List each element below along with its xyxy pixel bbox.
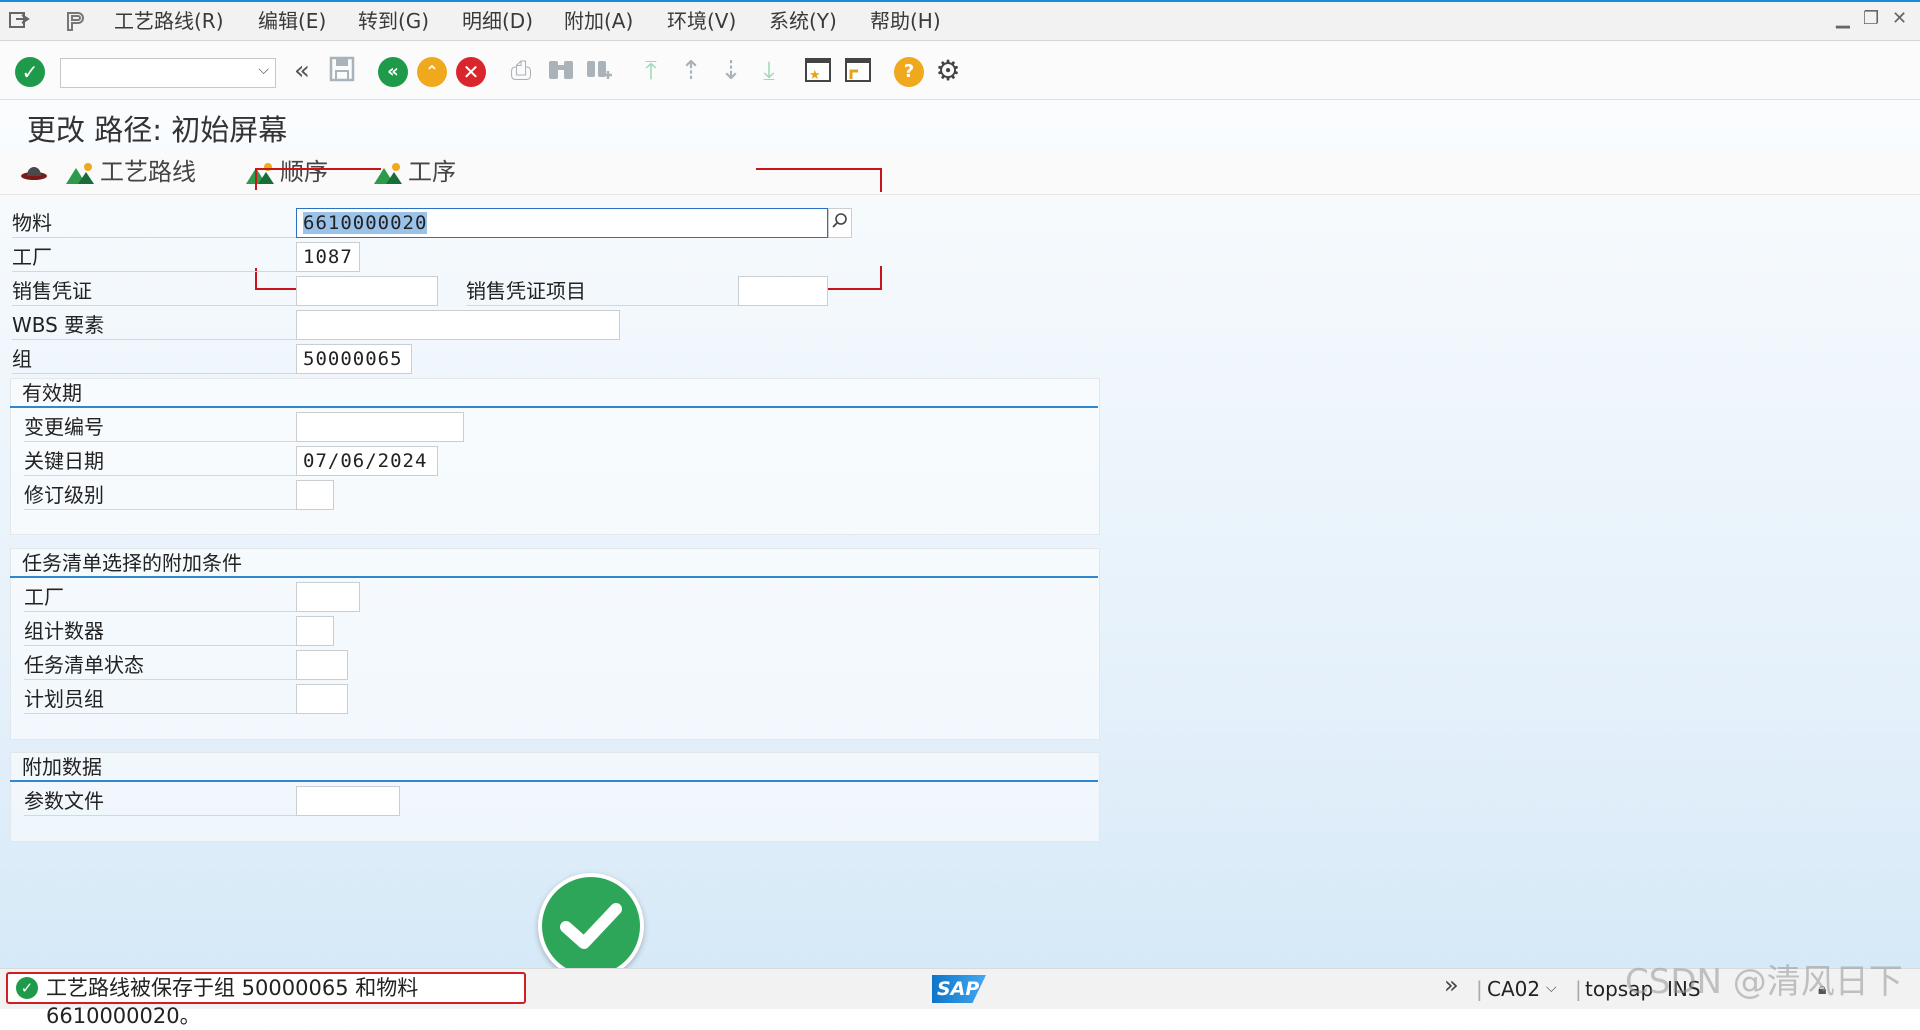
key-date-label: 关键日期 <box>24 446 298 476</box>
create-shortcut-icon[interactable] <box>842 55 874 87</box>
task-list-status-label: 任务清单状态 <box>24 650 298 680</box>
change-number-input[interactable] <box>296 412 464 442</box>
next-page-icon[interactable]: ⇣ <box>715 55 747 87</box>
revision-level-label: 修订级别 <box>24 480 298 510</box>
gear-icon[interactable]: ⚙ <box>932 55 964 87</box>
menu-bar: 工艺路线(R) 编辑(E) 转到(G) 明细(D) 附加(A) 环境(V) 系统… <box>0 2 1920 41</box>
mountain-icon <box>66 162 94 184</box>
validity-group-title: 有效期 <box>10 378 1098 408</box>
menu-edit[interactable]: 编辑(E) <box>258 10 326 32</box>
application-toolbar: 工艺路线 顺序 工序 <box>0 150 1920 195</box>
sales-document-item-input[interactable] <box>738 276 828 306</box>
group-label: 组 <box>12 344 298 374</box>
additional-data-title: 附加数据 <box>10 752 1098 782</box>
sequence-button[interactable]: 顺序 <box>246 158 328 186</box>
wbs-element-input[interactable] <box>296 310 620 340</box>
chevron-down-icon[interactable]: ⌵ <box>258 62 269 78</box>
menu-goto[interactable]: 转到(G) <box>358 10 429 32</box>
expand-status-icon[interactable]: » <box>1444 971 1459 999</box>
menu-environment[interactable]: 环境(V) <box>667 10 736 32</box>
restore-icon[interactable]: ❐ <box>1863 8 1879 29</box>
group-counter-label: 组计数器 <box>24 616 298 646</box>
menu-help[interactable]: 帮助(H) <box>870 10 941 32</box>
mountain-icon <box>374 162 402 184</box>
criteria-plant-input[interactable] <box>296 582 360 612</box>
find-next-icon[interactable] <box>583 55 615 87</box>
planner-group-label: 计划员组 <box>24 684 298 714</box>
group-input[interactable]: 50000065 <box>296 344 412 374</box>
sequence-label: 顺序 <box>280 158 328 186</box>
menu-system[interactable]: 系统(Y) <box>769 10 837 32</box>
annotation-line <box>255 168 381 170</box>
material-input[interactable]: 6610000020 <box>296 208 828 238</box>
svg-text:★: ★ <box>809 68 821 83</box>
help-icon[interactable]: ? <box>894 57 924 87</box>
profile-label: 参数文件 <box>24 786 298 816</box>
criteria-plant-label: 工厂 <box>24 582 298 612</box>
collapse-left-icon[interactable]: « <box>286 55 318 87</box>
menu-details[interactable]: 明细(D) <box>462 10 533 32</box>
create-session-icon[interactable]: ★ <box>802 55 834 87</box>
plant-input[interactable]: 1087 <box>296 242 360 272</box>
menu-icon[interactable] <box>8 10 30 30</box>
sales-document-input[interactable] <box>296 276 438 306</box>
page-title: 更改 路径: 初始屏幕 <box>27 113 288 147</box>
wbs-element-label: WBS 要素 <box>12 310 298 340</box>
separator: | <box>1575 977 1582 1001</box>
close-icon[interactable]: ✕ <box>1892 8 1907 29</box>
watermark: CSDN @清风日下 <box>1625 962 1903 1002</box>
exit-icon[interactable]: ⌃ <box>417 57 447 87</box>
menu-extras[interactable]: 附加(A) <box>564 10 633 32</box>
back-icon[interactable]: « <box>378 57 408 87</box>
command-field[interactable]: ⌵ <box>60 58 276 88</box>
save-icon[interactable] <box>326 55 358 87</box>
mountain-icon <box>246 162 274 184</box>
chevron-down-icon[interactable]: ⌵ <box>1546 980 1557 996</box>
group-counter-input[interactable] <box>296 616 334 646</box>
annotation-line <box>756 168 882 170</box>
key-date-input[interactable]: 07/06/2024 <box>296 446 438 476</box>
last-page-icon[interactable]: ⤓ <box>753 55 785 87</box>
routing-label: 工艺路线 <box>100 158 196 186</box>
task-list-criteria-title: 任务清单选择的附加条件 <box>10 548 1098 578</box>
menu-routing[interactable]: 工艺路线(R) <box>114 10 224 32</box>
first-page-icon[interactable]: ⤒ <box>635 55 667 87</box>
plant-label: 工厂 <box>12 242 298 272</box>
separator: | <box>1476 977 1483 1001</box>
previous-page-icon[interactable]: ⇡ <box>675 55 707 87</box>
status-message-text: 工艺路线被保存于组 50000065 和物料 6610000020。 <box>46 976 419 1028</box>
success-check-icon <box>538 873 644 979</box>
change-number-label: 变更编号 <box>24 412 298 442</box>
hat-icon[interactable] <box>20 158 48 190</box>
print-icon[interactable]: ⎙ <box>505 55 537 87</box>
minimize-icon[interactable]: ▁ <box>1836 8 1850 29</box>
task-list-status-input[interactable] <box>296 650 348 680</box>
operation-button[interactable]: 工序 <box>374 158 456 186</box>
operation-label: 工序 <box>408 158 456 186</box>
transaction-code[interactable]: CA02 <box>1487 977 1540 1001</box>
annotation-line <box>880 168 882 192</box>
sap-menu-icon[interactable] <box>64 10 86 31</box>
sap-logo: SAP <box>932 975 986 1003</box>
routing-button[interactable]: 工艺路线 <box>66 158 196 186</box>
standard-toolbar: ✓ ⌵ « « ⌃ ✕ ⎙ ⤒ ⇡ ⇣ ⤓ ★ ? ⚙ <box>0 41 1920 100</box>
annotation-line <box>255 168 257 190</box>
sales-document-item-label: 销售凭证项目 <box>466 276 740 306</box>
profile-input[interactable] <box>296 786 400 816</box>
material-value: 6610000020 <box>303 212 428 234</box>
annotation-line <box>880 266 882 290</box>
find-icon[interactable] <box>545 55 577 87</box>
planner-group-input[interactable] <box>296 684 348 714</box>
status-message[interactable]: ✓ 工艺路线被保存于组 50000065 和物料 6610000020。 <box>6 972 526 1028</box>
sales-document-label: 销售凭证 <box>12 276 298 306</box>
enter-icon[interactable]: ✓ <box>15 57 45 87</box>
material-label: 物料 <box>12 208 298 238</box>
cancel-icon[interactable]: ✕ <box>456 57 486 87</box>
revision-level-input[interactable] <box>296 480 334 510</box>
search-help-icon[interactable] <box>828 208 852 238</box>
success-icon: ✓ <box>16 977 38 999</box>
